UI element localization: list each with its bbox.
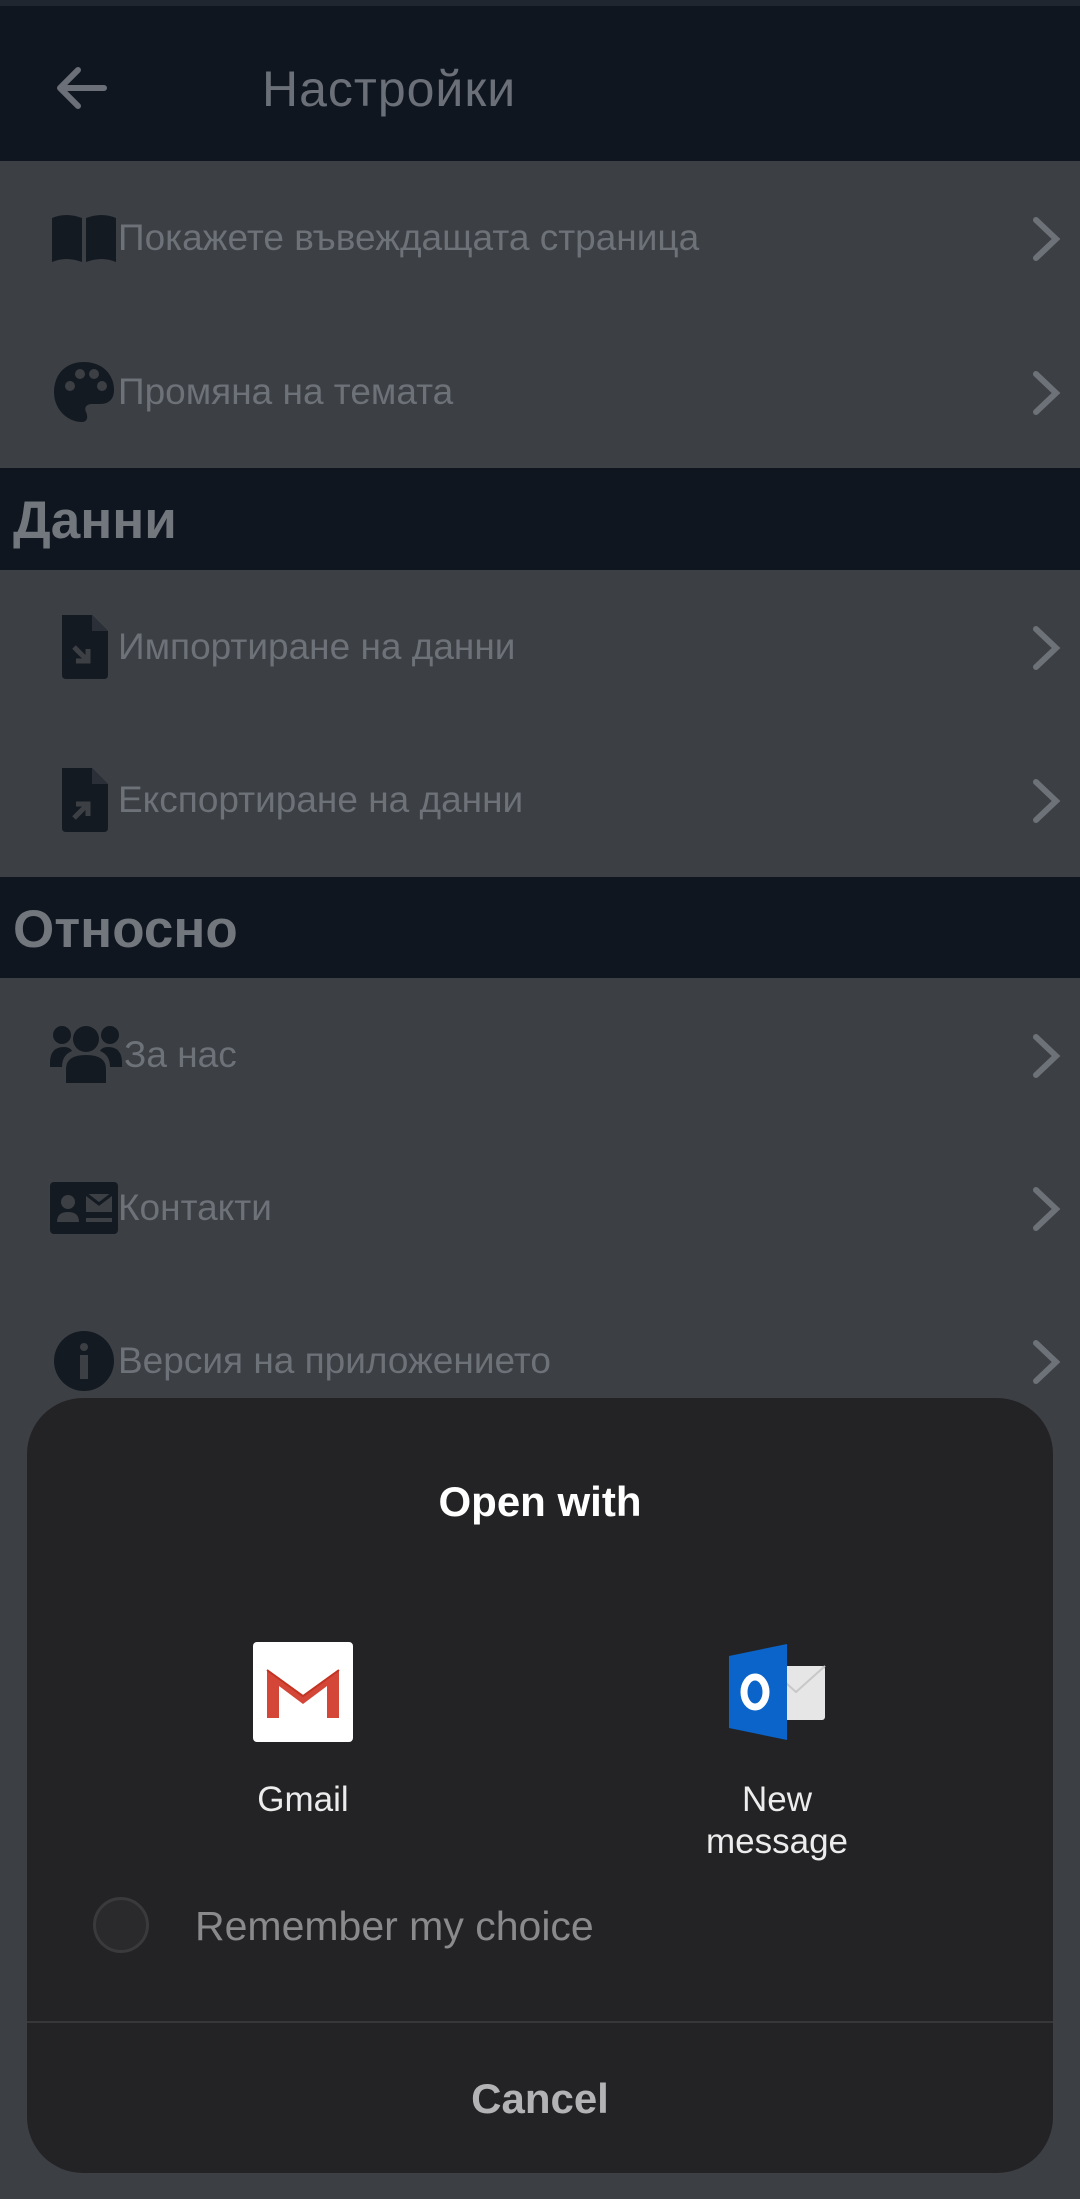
outlook-icon <box>729 1644 826 1740</box>
settings-item-import[interactable]: Импортиране на данни <box>0 571 1080 724</box>
open-with-dialog: Open with Gmail New message Remember my … <box>27 1398 1053 2173</box>
app-name-line-1: New <box>741 1780 813 1819</box>
section-header-about: Относно <box>0 877 1080 978</box>
chevron-right-icon <box>1033 1034 1061 1078</box>
settings-item-contacts[interactable]: Контакти <box>0 1132 1080 1285</box>
file-export-icon <box>62 768 108 832</box>
contact-card-icon <box>50 1182 118 1234</box>
settings-item-label: Промяна на темата <box>118 371 454 412</box>
palette-icon <box>54 362 114 422</box>
gmail-icon <box>253 1642 353 1742</box>
section-title: Данни <box>13 491 177 550</box>
settings-item-theme[interactable]: Промяна на темата <box>0 316 1080 469</box>
info-icon <box>54 1331 114 1391</box>
settings-item-about-us[interactable]: За нас <box>0 979 1080 1132</box>
settings-item-label: Импортиране на данни <box>118 626 516 667</box>
remember-choice-radio[interactable] <box>93 1897 149 1953</box>
book-open-icon <box>52 215 116 262</box>
arrow-left-icon[interactable] <box>52 58 112 118</box>
settings-item-label: За нас <box>124 1034 237 1075</box>
chevron-right-icon <box>1033 1187 1061 1231</box>
page-title: Настройки <box>262 61 517 117</box>
remember-choice-label: Remember my choice <box>195 1903 594 1949</box>
settings-item-label: Версия на приложението <box>118 1340 551 1381</box>
users-icon <box>50 1026 122 1083</box>
app-option-gmail[interactable]: Gmail <box>153 1642 453 1821</box>
section-title: Относно <box>13 900 238 959</box>
chevron-right-icon <box>1033 779 1061 823</box>
app-name: New message <box>627 1779 927 1863</box>
section-header-data: Данни <box>0 468 1080 570</box>
cancel-button[interactable]: Cancel <box>27 2024 1053 2173</box>
app-name-line-2: message <box>705 1822 849 1861</box>
settings-item-intro[interactable]: Покажете въвеждащата страница <box>0 162 1080 315</box>
file-import-icon <box>62 615 108 679</box>
chevron-right-icon <box>1033 217 1061 261</box>
settings-item-label: Контакти <box>118 1187 272 1228</box>
app-bar: Настройки <box>0 6 1080 161</box>
chevron-right-icon <box>1033 1340 1061 1384</box>
settings-item-label: Покажете въвеждащата страница <box>118 217 700 258</box>
chevron-right-icon <box>1033 626 1061 670</box>
settings-item-label: Експортиране на данни <box>118 779 524 820</box>
dialog-title: Open with <box>438 1478 642 1525</box>
app-option-new-message[interactable]: New message <box>627 1642 927 1863</box>
chevron-right-icon <box>1033 371 1061 415</box>
settings-item-export[interactable]: Експортиране на данни <box>0 724 1080 877</box>
app-name: Gmail <box>257 1780 349 1819</box>
divider <box>27 2021 1053 2023</box>
